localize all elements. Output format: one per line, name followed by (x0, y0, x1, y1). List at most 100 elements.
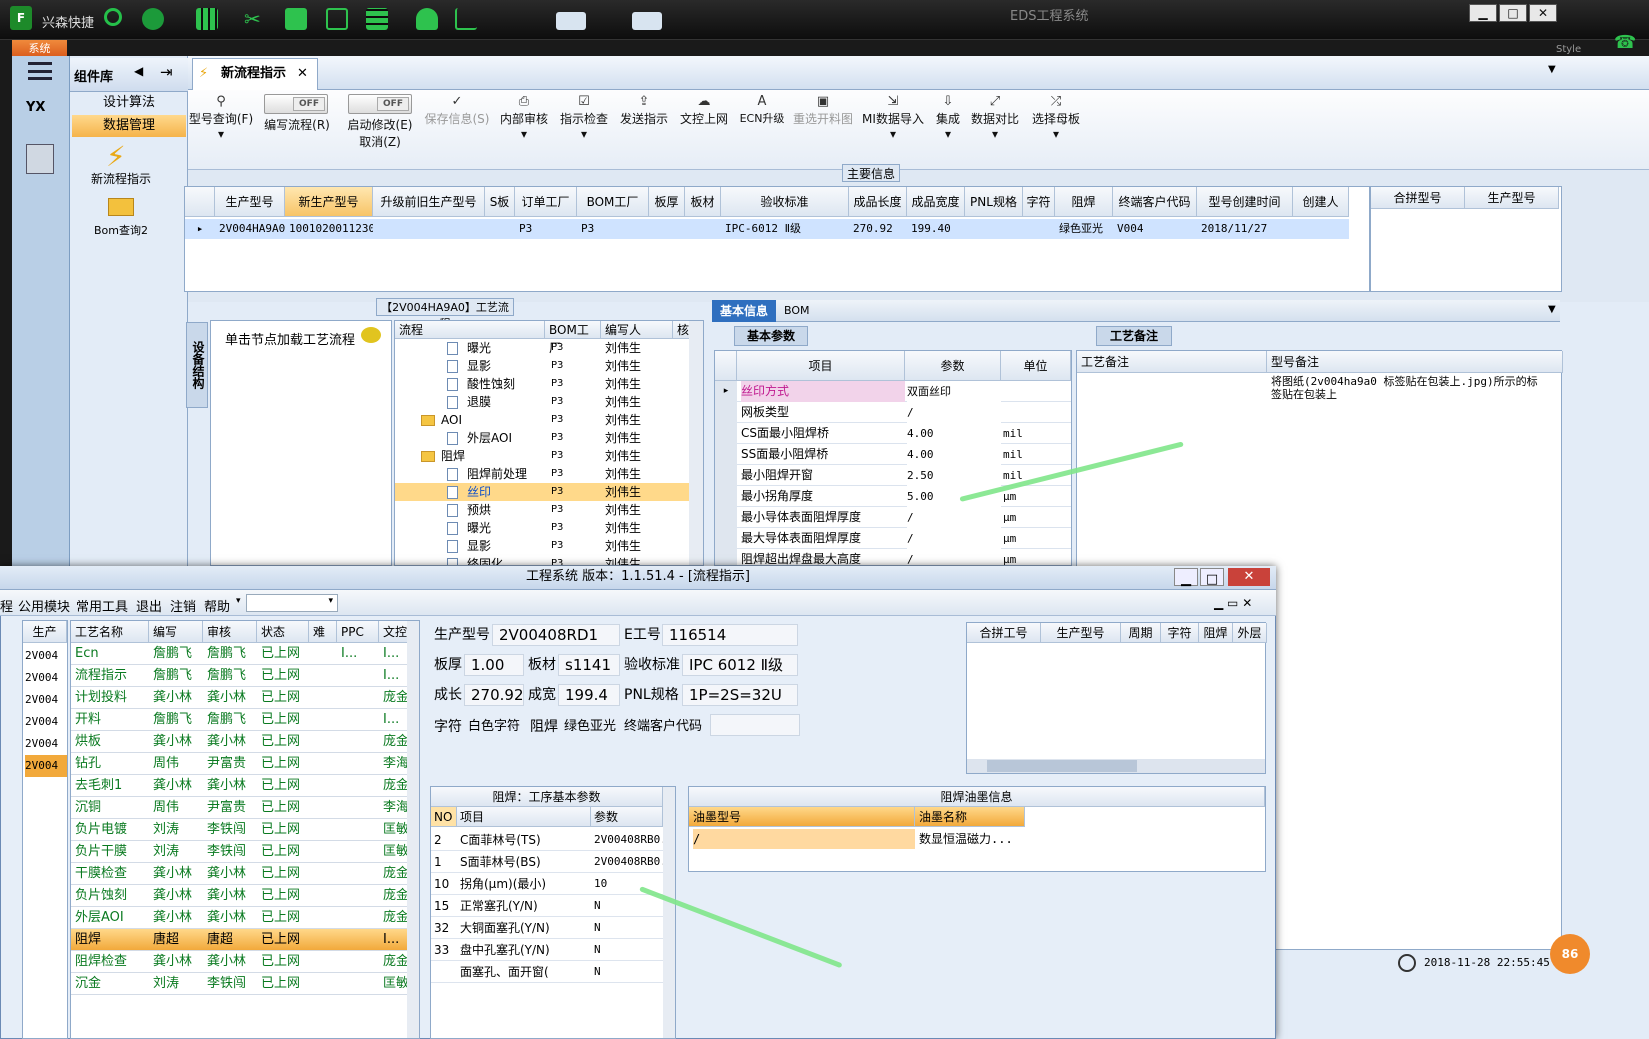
close-button[interactable]: ✕ (1529, 4, 1557, 22)
integrate-button[interactable]: ⇩ 集成 ▾ (930, 94, 966, 141)
thickness-field[interactable]: 1.00 (464, 654, 524, 676)
reselect-drawing-button[interactable]: ▣ 重选开料图 (790, 94, 856, 127)
tree-row[interactable]: 显影 P3 刘伟生 (395, 357, 689, 375)
column-header[interactable]: 验收标准 (721, 187, 849, 217)
folder-icon[interactable] (108, 198, 134, 216)
column-header[interactable]: PNL规格 (965, 187, 1023, 217)
column-header[interactable]: 合拼工号 (967, 623, 1041, 643)
table-cell[interactable] (485, 219, 515, 239)
data-compare-button[interactable]: ⤢ 数据对比 ▾ (970, 94, 1020, 141)
side-tab-device[interactable]: 设备结构 (186, 322, 208, 408)
calculator-icon[interactable] (26, 144, 54, 174)
v-scrollbar[interactable] (689, 321, 703, 565)
process-list-row[interactable]: 负片蚀刻 龚小林 龚小林 已上网 庞金 (71, 885, 409, 907)
tree-row[interactable]: 退膜 P3 刘伟生 (395, 393, 689, 411)
param-row[interactable]: 15 正常塞孔(Y/N) N (431, 895, 663, 917)
menu-item[interactable]: 退出 (136, 596, 162, 615)
ecn-upgrade-button[interactable]: A ECN升级 (734, 94, 790, 126)
column-header[interactable]: 板材 (685, 187, 721, 217)
column-header[interactable]: BOM工厂 (545, 321, 601, 355)
ink-cell[interactable]: 数显恒温磁力... (919, 829, 1025, 849)
film-icon[interactable] (285, 8, 307, 30)
param-value[interactable]: / (907, 507, 1001, 528)
param-row[interactable]: 面塞孔、面开窗(N (431, 961, 663, 983)
process-list-row[interactable]: 计划投料 龚小林 龚小林 已上网 庞金 (71, 687, 409, 709)
param-value[interactable]: 4.00 (907, 444, 1001, 465)
model-cell[interactable]: 2V004 (25, 667, 67, 689)
select-mother-board-button[interactable]: ⤮ 选择母板 ▾ (1028, 94, 1084, 141)
process-list-row[interactable]: 沉金 刘涛 李铁闯 已上网 匡敏 (71, 973, 409, 995)
table-cell[interactable]: P3 (515, 219, 577, 239)
tree-row[interactable]: 曝光 P3 刘伟生 (395, 339, 689, 357)
menu-item[interactable]: 帮助 (204, 596, 230, 615)
standard-field[interactable]: IPC 6012 Ⅱ级 (682, 654, 798, 676)
model-cell[interactable]: 2V004 (25, 733, 67, 755)
process-list-row[interactable]: 负片电镀 刘涛 李铁闯 已上网 匡敏 (71, 819, 409, 841)
param-value[interactable]: / (907, 549, 1001, 565)
column-header[interactable]: 编写人 (601, 321, 673, 339)
v-scrollbar[interactable] (407, 621, 419, 1038)
column-header[interactable]: 参数 (905, 351, 1001, 381)
table-cell[interactable]: 10010200112303 (285, 219, 373, 239)
user-icon[interactable] (416, 8, 438, 30)
width-field[interactable]: 199.4 (558, 684, 620, 706)
table-cell[interactable] (685, 219, 721, 239)
tab-new-process[interactable]: ⚡ 新流程指示 ✕ (192, 58, 318, 90)
table-cell[interactable]: 绿色亚光 (1055, 219, 1113, 239)
tree-row[interactable]: 阻焊 P3 刘伟生 (395, 447, 689, 465)
save-info-button[interactable]: ✓ 保存信息(S) (422, 94, 492, 127)
ink-cell[interactable]: / (693, 829, 915, 849)
column-header[interactable]: 流程 (395, 321, 545, 339)
menu-item[interactable]: 公用模块 (18, 596, 70, 615)
column-header[interactable]: 阻焊 (1199, 623, 1233, 643)
column-header[interactable]: 合拼型号 (1371, 187, 1465, 209)
e-number-field[interactable]: 116514 (662, 624, 798, 646)
v-scrollbar[interactable] (663, 787, 675, 1038)
column-header[interactable]: 难 (309, 621, 337, 643)
column-header[interactable]: 成品宽度 (907, 187, 965, 217)
table-cell[interactable]: 2V004HA9A0 (215, 219, 285, 239)
send-instruction-button[interactable]: ⇪ 发送指示 (616, 94, 672, 127)
column-header[interactable]: 阻焊 (1055, 187, 1113, 217)
column-header[interactable]: 板厚 (649, 187, 685, 217)
phone-icon[interactable]: ☎ (1614, 32, 1636, 53)
column-header[interactable]: 外层 (1233, 623, 1267, 643)
model-field[interactable]: 2V00408RD1 (492, 624, 620, 646)
column-header[interactable]: 生产 (23, 621, 67, 643)
column-header[interactable]: 油墨型号 (689, 807, 915, 827)
column-header[interactable]: 项目 (737, 351, 905, 381)
param-row[interactable]: 1 S面菲林号(BS) 2V00408RB0. (431, 851, 663, 873)
column-header[interactable]: 升级前旧生产型号 (373, 187, 485, 217)
menu-item[interactable]: 注销 (170, 596, 196, 615)
param-value[interactable]: 2.50 (907, 465, 1001, 486)
column-header[interactable]: 新生产型号 (285, 187, 373, 217)
close-button[interactable]: ✕ (1228, 568, 1270, 586)
column-header[interactable]: BOM工厂 (577, 187, 649, 217)
app-logo-icon[interactable]: F (10, 6, 32, 30)
param-value[interactable]: 双面丝印 (907, 381, 1001, 402)
column-header[interactable]: PPC (337, 621, 379, 643)
table-cell[interactable]: P3 (577, 219, 649, 239)
dropdown-icon[interactable]: ▼ (1548, 64, 1556, 75)
param-row[interactable]: 网板类型 / (715, 402, 1071, 423)
length-field[interactable]: 270.92 (464, 684, 524, 706)
column-header[interactable]: NO (431, 807, 457, 827)
mi-import-button[interactable]: ⇲ MI数据导入 ▾ (862, 94, 924, 141)
new-process-link[interactable]: 新流程指示 (72, 170, 170, 187)
tray-box[interactable] (556, 12, 586, 30)
grid-icon[interactable] (196, 8, 218, 30)
copy-icon[interactable] (326, 8, 348, 30)
material-field[interactable]: s1141 (558, 654, 620, 676)
column-header[interactable]: 订单工厂 (515, 187, 577, 217)
process-list-row[interactable]: 负片干膜 刘涛 李铁闯 已上网 匡敏 (71, 841, 409, 863)
internal-review-button[interactable]: ⎙ 内部审核 ▾ (496, 94, 552, 141)
login-icon[interactable]: ⇥ (160, 63, 173, 81)
table-cell[interactable]: 270.92 (849, 219, 907, 239)
column-header[interactable]: 工艺名称 (71, 621, 149, 643)
column-header[interactable]: 生产型号 (1465, 187, 1559, 209)
tree-row[interactable]: 丝印 P3 刘伟生 (395, 483, 689, 501)
param-row[interactable]: 最小导体表面阻焊厚度 / μm (715, 507, 1071, 528)
search-icon[interactable] (104, 8, 122, 26)
process-list-row[interactable]: 流程指示 詹鹏飞 詹鹏飞 已上网 I... (71, 665, 407, 687)
tree-row[interactable]: 阻焊前处理 P3 刘伟生 (395, 465, 689, 483)
